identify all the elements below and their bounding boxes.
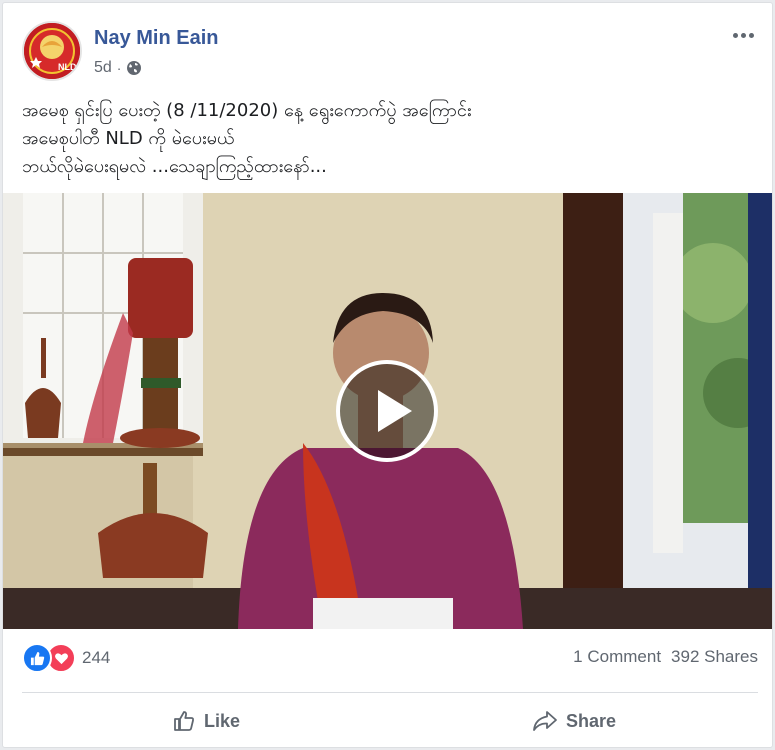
post-timestamp[interactable]: 5d	[94, 59, 112, 77]
post-text-line: ဘယ်လိုမဲပေးရမလဲ ...သေချာကြည့်ထားနော်...	[22, 156, 327, 177]
like-button[interactable]: Like	[22, 698, 390, 744]
like-label: Like	[203, 710, 241, 731]
globe-icon[interactable]	[126, 60, 142, 76]
avatar-badge-text: NLD	[58, 62, 77, 72]
share-label: Share	[565, 710, 617, 731]
more-options-button[interactable]	[728, 23, 758, 47]
share-arrow-icon	[533, 711, 557, 731]
comments-count-link[interactable]: 1 Comment	[573, 647, 661, 667]
reactions-summary[interactable]: 244	[22, 643, 110, 673]
reactions-count: 244	[82, 648, 111, 667]
post-text-line: အမေစုပါတီ NLD ကို မဲပေးမယ်	[22, 128, 235, 149]
thumbs-up-icon	[174, 711, 194, 731]
post-card: NLD Nay Min Eain 5d · အမေစု ရှင်းပြ ပေးတ…	[2, 2, 773, 748]
engagement-counts: 1 Comment 392 Shares	[573, 647, 758, 667]
actions-divider	[22, 692, 758, 693]
nld-logo-icon: NLD	[24, 23, 80, 79]
share-button[interactable]: Share	[390, 698, 758, 744]
shares-count-link[interactable]: 392 Shares	[671, 647, 758, 667]
like-reaction-icon	[22, 643, 52, 673]
avatar[interactable]: NLD	[22, 21, 82, 81]
post-meta: 5d ·	[94, 58, 142, 78]
post-text: အမေစု ရှင်းပြ ပေးတဲ့ (8 /11/2020) နေ့ ရွ…	[22, 97, 762, 181]
post-stats: 244 1 Comment 392 Shares	[22, 643, 758, 673]
more-options-dot	[748, 32, 754, 38]
more-options-dot	[740, 32, 746, 38]
meta-separator: ·	[116, 60, 122, 76]
more-options-icon	[732, 32, 738, 38]
video-player[interactable]	[3, 193, 772, 629]
post-text-line: အမေစု ရှင်းပြ ပေးတဲ့ (8 /11/2020) နေ့ ရွ…	[22, 100, 472, 121]
post-actions: Like Share	[22, 698, 758, 744]
play-button[interactable]	[336, 360, 438, 462]
author-name[interactable]: Nay Min Eain	[94, 27, 218, 50]
play-icon	[378, 390, 412, 432]
